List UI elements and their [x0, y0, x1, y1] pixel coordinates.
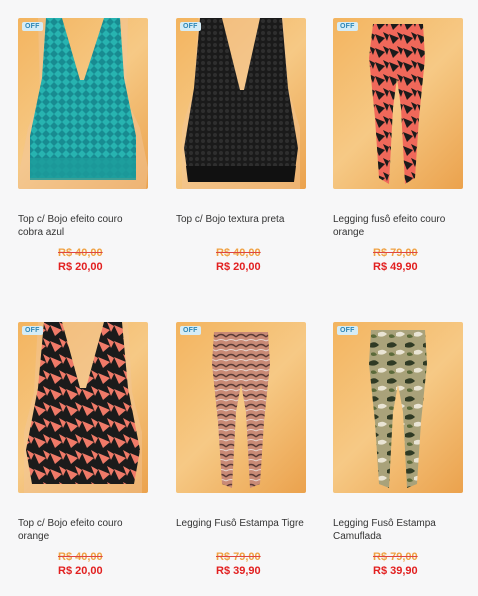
old-price: R$ 79,00: [373, 247, 418, 259]
product-image[interactable]: OFF: [333, 322, 463, 493]
old-price: R$ 40,00: [216, 247, 261, 259]
product-card[interactable]: OFF Top c/ Bojo efeito couro cobra azul …: [18, 18, 148, 274]
product-name[interactable]: Legging fusô efeito couro orange: [333, 213, 463, 239]
discount-badge: OFF: [337, 22, 358, 31]
sale-price: R$ 20,00: [216, 261, 261, 273]
product-card[interactable]: OFF Legging Fusô Estampa Tigre R$ 79,00 …: [176, 322, 306, 578]
product-grid: OFF Top c/ Bojo efeito couro cobra azul …: [0, 0, 478, 596]
sale-price: R$ 49,90: [373, 261, 418, 273]
discount-badge: OFF: [180, 22, 201, 31]
teal-snake-bikini-top-icon: [18, 18, 148, 189]
old-price: R$ 40,00: [58, 247, 103, 259]
sale-price: R$ 20,00: [58, 565, 103, 577]
discount-badge: OFF: [180, 326, 201, 335]
product-card[interactable]: OFF Legging Fusô Estampa Camuflada R$ 79…: [333, 322, 463, 578]
discount-badge: OFF: [22, 326, 43, 335]
product-name[interactable]: Top c/ Bojo textura preta: [176, 213, 306, 239]
product-image[interactable]: OFF: [333, 18, 463, 189]
product-name[interactable]: Legging Fusô Estampa Tigre: [176, 517, 306, 543]
tiger-print-legging-icon: [212, 332, 270, 488]
product-card[interactable]: OFF Legging fusô efeito couro orange R$ …: [333, 18, 463, 274]
discount-badge: OFF: [337, 326, 358, 335]
sale-price: R$ 39,90: [216, 565, 261, 577]
sale-price: R$ 20,00: [58, 261, 103, 273]
orange-pattern-bikini-top-icon: [24, 322, 142, 493]
product-card[interactable]: OFF Top c/ Bojo textura preta R$ 40,00 R…: [176, 18, 306, 274]
camouflage-legging-icon: [369, 330, 427, 488]
old-price: R$ 79,00: [216, 551, 261, 563]
orange-pattern-legging-icon: [369, 24, 425, 184]
product-card[interactable]: OFF Top c/ Bojo efeito couro orange R$ 4…: [18, 322, 148, 578]
product-name[interactable]: Top c/ Bojo efeito couro cobra azul: [18, 213, 148, 239]
old-price: R$ 40,00: [58, 551, 103, 563]
product-image[interactable]: OFF: [18, 18, 148, 189]
product-image[interactable]: OFF: [176, 322, 306, 493]
product-image[interactable]: OFF: [18, 322, 148, 493]
black-textured-bikini-top-icon: [182, 18, 300, 189]
product-name[interactable]: Top c/ Bojo efeito couro orange: [18, 517, 148, 543]
product-name[interactable]: Legging Fusô Estampa Camuflada: [333, 517, 463, 543]
old-price: R$ 79,00: [373, 551, 418, 563]
sale-price: R$ 39,90: [373, 565, 418, 577]
discount-badge: OFF: [22, 22, 43, 31]
product-image[interactable]: OFF: [176, 18, 306, 189]
